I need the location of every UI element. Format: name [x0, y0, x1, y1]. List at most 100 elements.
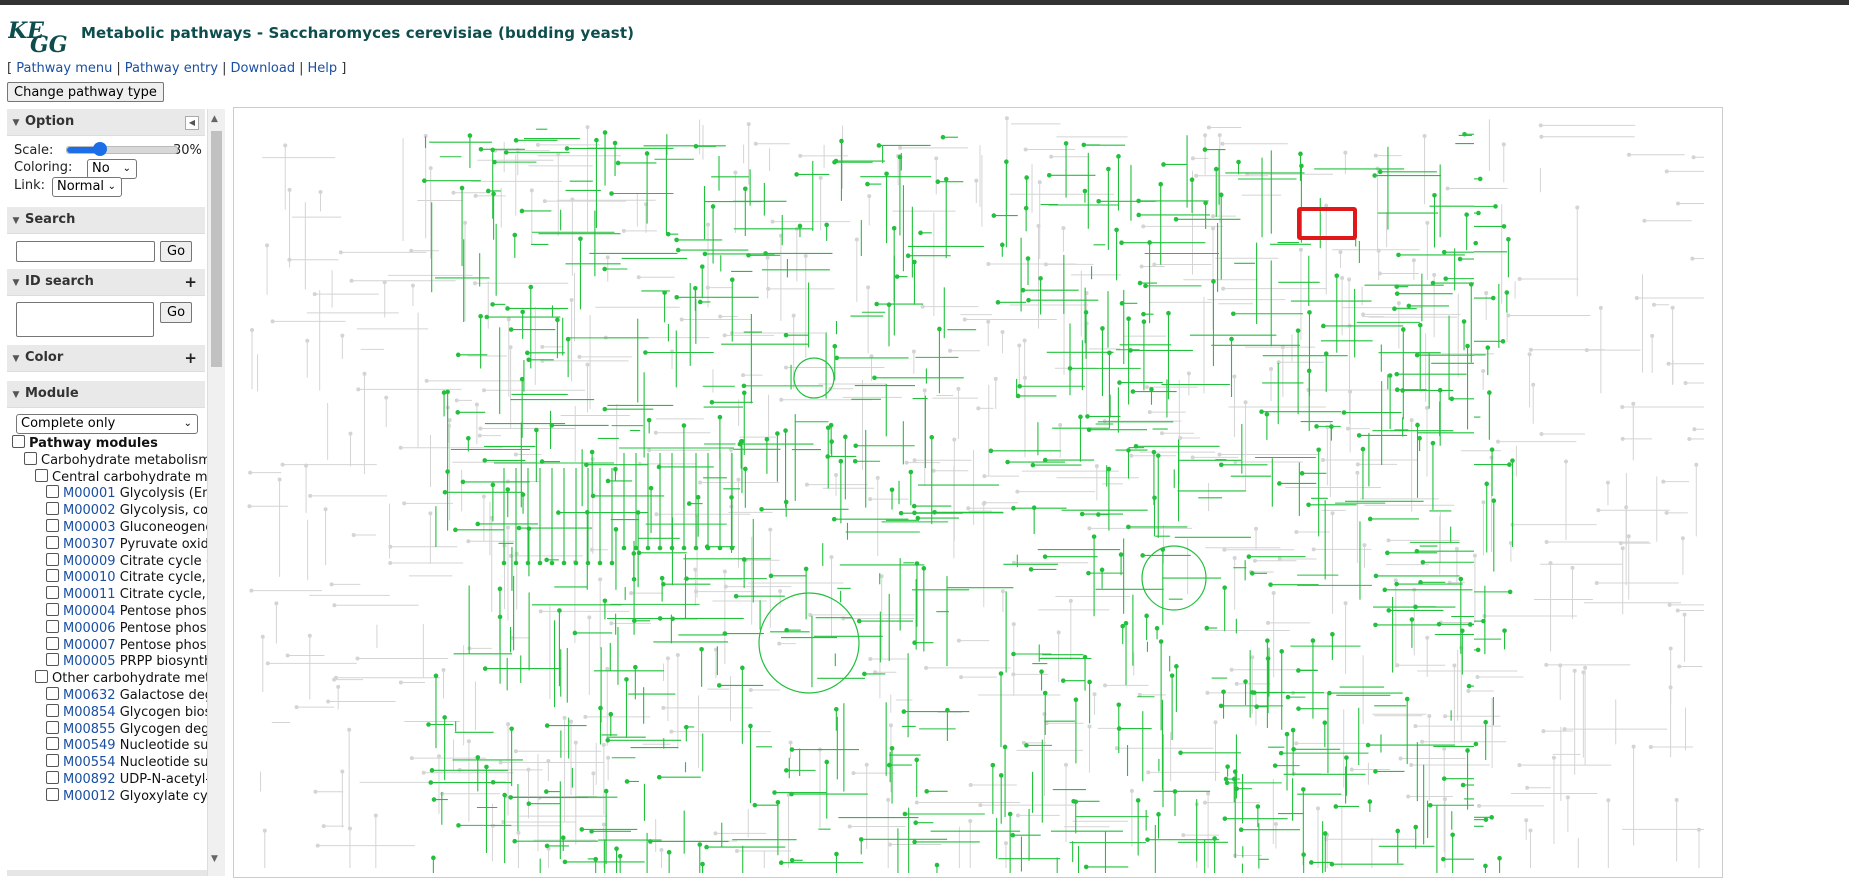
compound-node[interactable] [872, 375, 877, 381]
compound-node[interactable] [1477, 803, 1482, 808]
compound-node[interactable] [1117, 380, 1122, 385]
compound-node[interactable] [1221, 689, 1226, 695]
compound-node[interactable] [340, 769, 345, 774]
compound-node[interactable] [1225, 764, 1230, 769]
compound-node[interactable] [1544, 540, 1549, 545]
compound-node[interactable] [886, 762, 892, 768]
compound-node[interactable] [1137, 280, 1143, 286]
compound-node[interactable] [336, 684, 341, 689]
compound-node[interactable] [318, 190, 323, 195]
compound-node[interactable] [1496, 439, 1501, 444]
compound-node[interactable] [999, 242, 1005, 248]
compound-node[interactable] [433, 673, 439, 679]
compound-node[interactable] [952, 437, 957, 442]
compound-node[interactable] [1570, 565, 1575, 570]
compound-node[interactable] [1525, 785, 1530, 790]
compound-node[interactable] [1306, 502, 1311, 508]
compound-node[interactable] [710, 204, 716, 209]
compound-node[interactable] [1004, 116, 1009, 121]
compound-node[interactable] [1294, 530, 1299, 535]
compound-node[interactable] [752, 802, 758, 808]
compound-node[interactable] [746, 252, 751, 258]
panel-horizontal-scrollbar[interactable] [7, 870, 207, 876]
compound-node[interactable] [1504, 290, 1510, 295]
compound-node[interactable] [1278, 750, 1284, 756]
compound-node[interactable] [1677, 664, 1682, 669]
module-item[interactable]: M00855 Glycogen degr [46, 720, 207, 739]
compound-node[interactable] [1386, 538, 1391, 543]
compound-node[interactable] [1394, 291, 1400, 296]
module-item[interactable]: M00854 Glycogen bios [46, 703, 207, 722]
scrollbar-thumb[interactable] [211, 131, 222, 367]
compound-node[interactable] [274, 601, 279, 606]
compound-node[interactable] [1620, 405, 1625, 410]
compound-node[interactable] [924, 789, 930, 794]
compound-node[interactable] [1042, 711, 1047, 716]
compound-node[interactable] [482, 666, 488, 671]
compound-node[interactable] [1466, 688, 1471, 693]
compound-node[interactable] [1465, 748, 1470, 753]
compound-node[interactable] [1178, 750, 1183, 756]
compound-node[interactable] [1231, 311, 1236, 317]
compound-node[interactable] [694, 589, 699, 594]
compound-node[interactable] [1500, 339, 1506, 344]
compound-node[interactable] [661, 581, 666, 587]
compound-node[interactable] [1025, 256, 1031, 261]
compound-node[interactable] [888, 723, 893, 728]
compound-node[interactable] [1367, 516, 1373, 522]
compound-node[interactable] [1017, 383, 1023, 389]
compound-node[interactable] [1173, 217, 1179, 222]
compound-node[interactable] [482, 458, 488, 463]
compound-node[interactable] [1259, 409, 1264, 415]
compound-node[interactable] [473, 193, 478, 198]
compound-node[interactable] [854, 237, 859, 242]
compound-node[interactable] [920, 304, 925, 309]
compound-node[interactable] [922, 388, 927, 393]
compound-node[interactable] [1307, 310, 1312, 315]
compound-node[interactable] [1442, 746, 1447, 751]
compound-node[interactable] [1361, 312, 1366, 317]
compound-node[interactable] [1213, 720, 1218, 725]
compound-node[interactable] [562, 859, 568, 865]
compound-node[interactable] [466, 739, 471, 744]
compound-node[interactable] [542, 199, 547, 204]
compound-node[interactable] [1667, 602, 1672, 607]
compound-node[interactable] [1373, 153, 1378, 158]
compound-node[interactable] [921, 566, 927, 571]
compound-node[interactable] [1087, 724, 1092, 729]
compound-node[interactable] [1404, 696, 1410, 702]
compound-node[interactable] [935, 179, 941, 185]
compound-node[interactable] [516, 525, 522, 531]
compound-node[interactable] [1443, 714, 1448, 719]
compound-node[interactable] [609, 191, 614, 196]
compound-node[interactable] [1106, 166, 1111, 172]
compound-node[interactable] [1620, 436, 1625, 441]
compound-node[interactable] [993, 376, 998, 381]
compound-node[interactable] [1394, 581, 1399, 587]
compound-node[interactable] [1273, 822, 1278, 827]
compound-node[interactable] [601, 742, 606, 747]
compound-node[interactable] [1414, 548, 1420, 554]
compound-node[interactable] [717, 414, 723, 420]
compound-node[interactable] [475, 755, 481, 760]
compound-node[interactable] [373, 813, 378, 818]
compound-node[interactable] [1238, 827, 1244, 833]
compound-node[interactable] [768, 527, 773, 532]
compound-node[interactable] [914, 800, 919, 805]
compound-node[interactable] [1266, 620, 1271, 625]
compound-node[interactable] [665, 231, 671, 237]
compound-node[interactable] [1528, 828, 1533, 833]
compound-node[interactable] [738, 439, 744, 444]
compound-node[interactable] [455, 352, 461, 358]
compound-node[interactable] [562, 715, 567, 720]
compound-node[interactable] [1269, 366, 1274, 371]
compound-node[interactable] [498, 760, 503, 765]
compound-node[interactable] [783, 499, 789, 505]
compound-node[interactable] [1501, 224, 1507, 229]
compound-node[interactable] [555, 317, 560, 323]
compound-node[interactable] [509, 726, 514, 732]
compound-node[interactable] [657, 616, 663, 621]
compound-node[interactable] [1056, 630, 1061, 635]
compound-node[interactable] [931, 468, 936, 473]
compound-node[interactable] [791, 313, 796, 318]
